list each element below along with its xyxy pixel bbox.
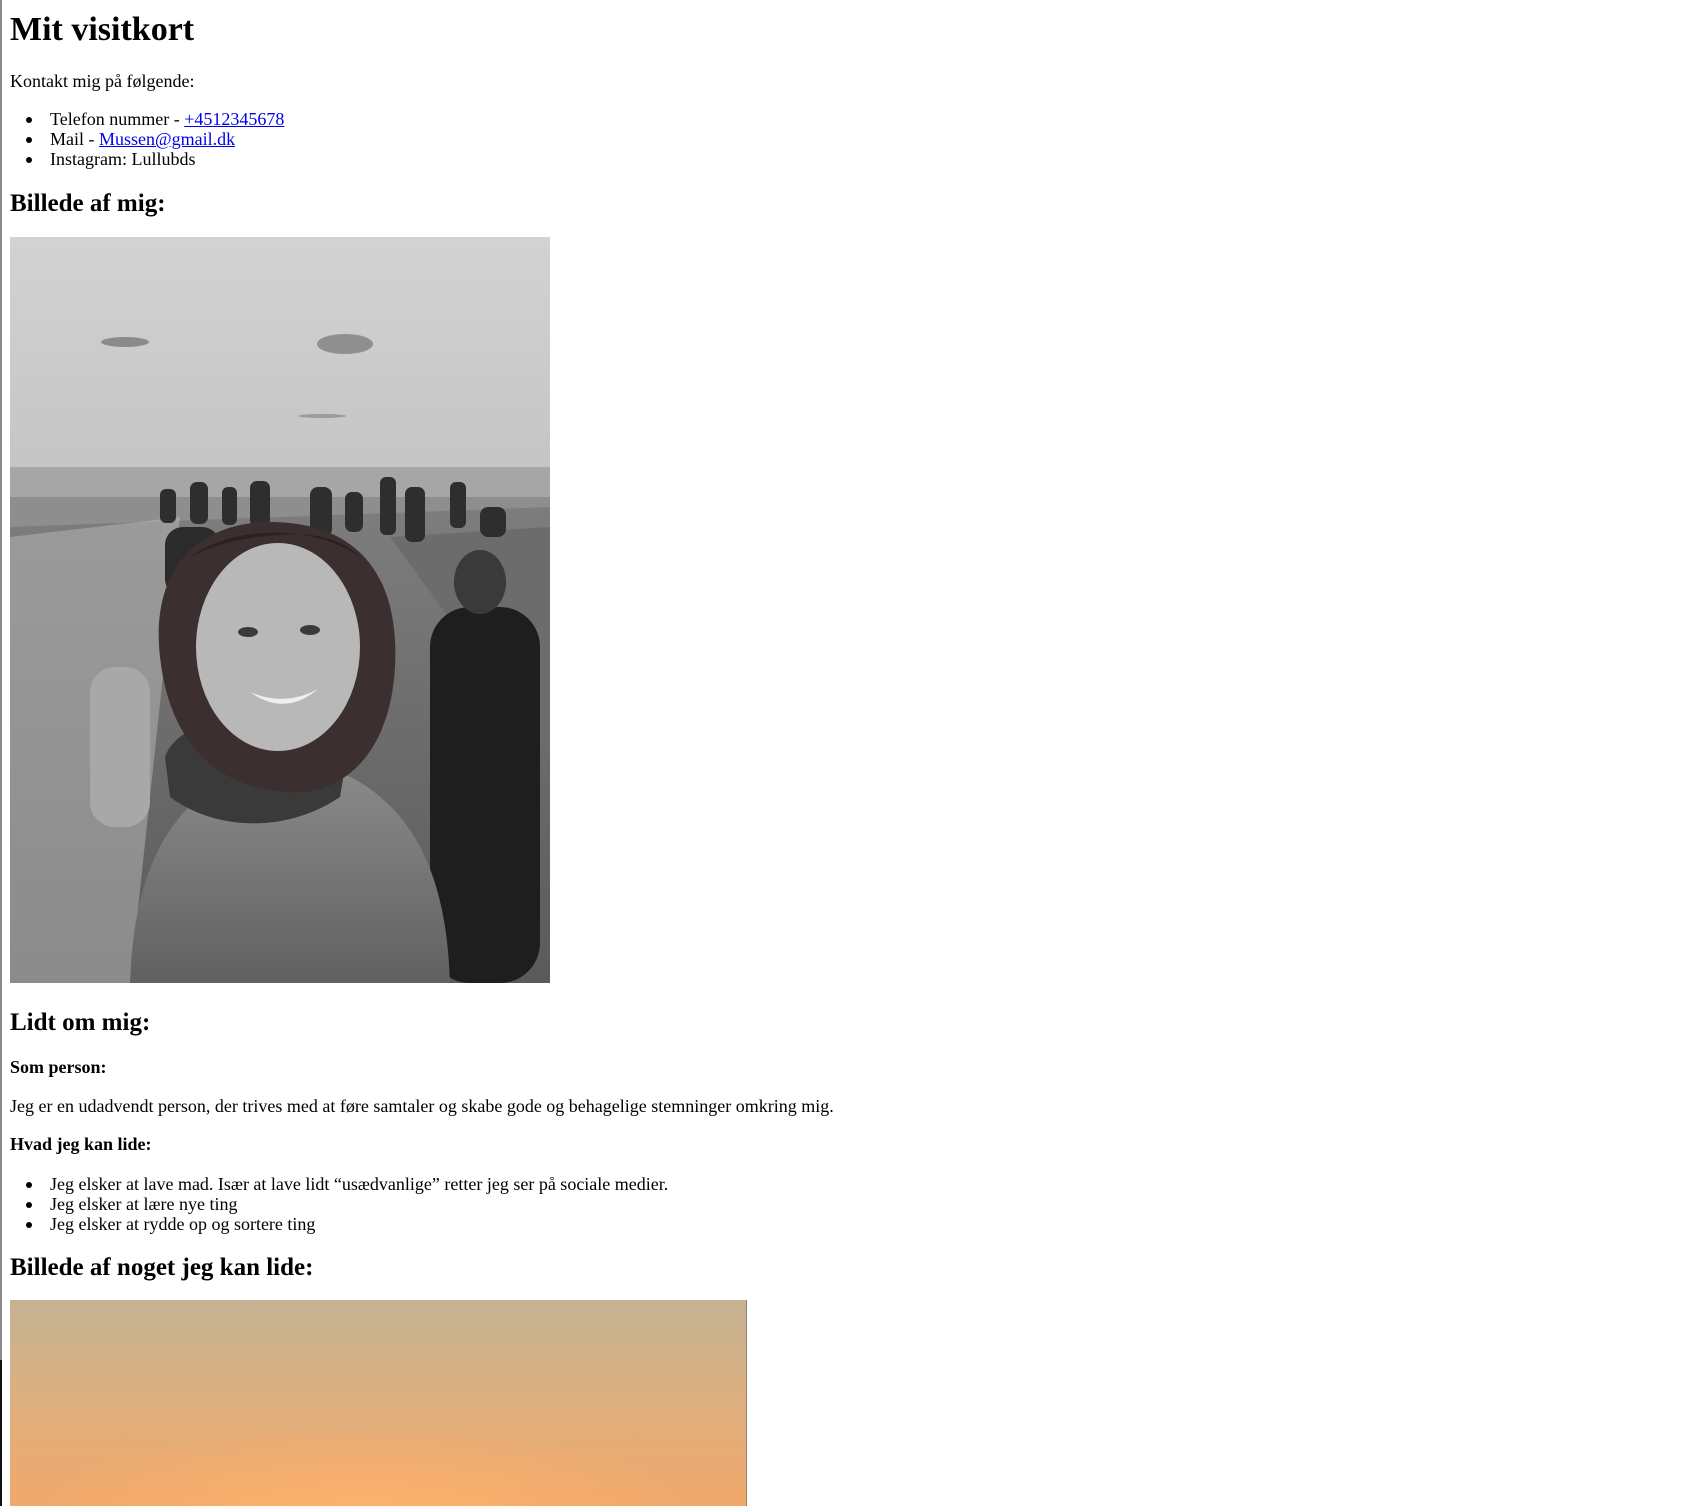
- likes-heading: Hvad jeg kan lide:: [10, 1134, 152, 1154]
- contact-item-instagram: Instagram: Lullubds: [10, 149, 284, 169]
- likes-list: Jeg elsker at lave mad. Især at lave lid…: [10, 1174, 668, 1234]
- likes-item: Jeg elsker at lave mad. Især at lave lid…: [10, 1174, 668, 1194]
- about-heading: Lidt om mig:: [10, 1009, 151, 1036]
- contact-intro: Kontakt mig på følgende:: [10, 71, 195, 91]
- sunset-photo: [10, 1300, 747, 1506]
- portrait-photo: [10, 237, 550, 983]
- window-edge: [0, 1360, 2, 1506]
- person-text: Jeg er en udadvendt person, der trives m…: [10, 1096, 834, 1116]
- phone-label: Telefon nummer -: [50, 109, 185, 129]
- page-title: Mit visitkort: [10, 11, 195, 48]
- likes-item: Jeg elsker at lære nye ting: [10, 1194, 668, 1214]
- photo-likes-heading: Billede af noget jeg kan lide:: [10, 1254, 314, 1281]
- portrait-image: [10, 237, 550, 983]
- mail-label: Mail -: [50, 129, 99, 149]
- person-heading: Som person:: [10, 1057, 107, 1077]
- sunset-image: [10, 1300, 746, 1506]
- page-content: Mit visitkort Kontakt mig på følgende: T…: [10, 0, 1686, 1506]
- contact-item-mail: Mail - Mussen@gmail.dk: [10, 129, 284, 149]
- photo-me-heading: Billede af mig:: [10, 190, 166, 217]
- phone-link[interactable]: +4512345678: [184, 109, 284, 129]
- contact-item-phone: Telefon nummer - +4512345678: [10, 109, 284, 129]
- likes-item: Jeg elsker at rydde op og sortere ting: [10, 1214, 668, 1234]
- mail-link[interactable]: Mussen@gmail.dk: [99, 129, 235, 149]
- contact-list: Telefon nummer - +4512345678 Mail - Muss…: [10, 109, 284, 169]
